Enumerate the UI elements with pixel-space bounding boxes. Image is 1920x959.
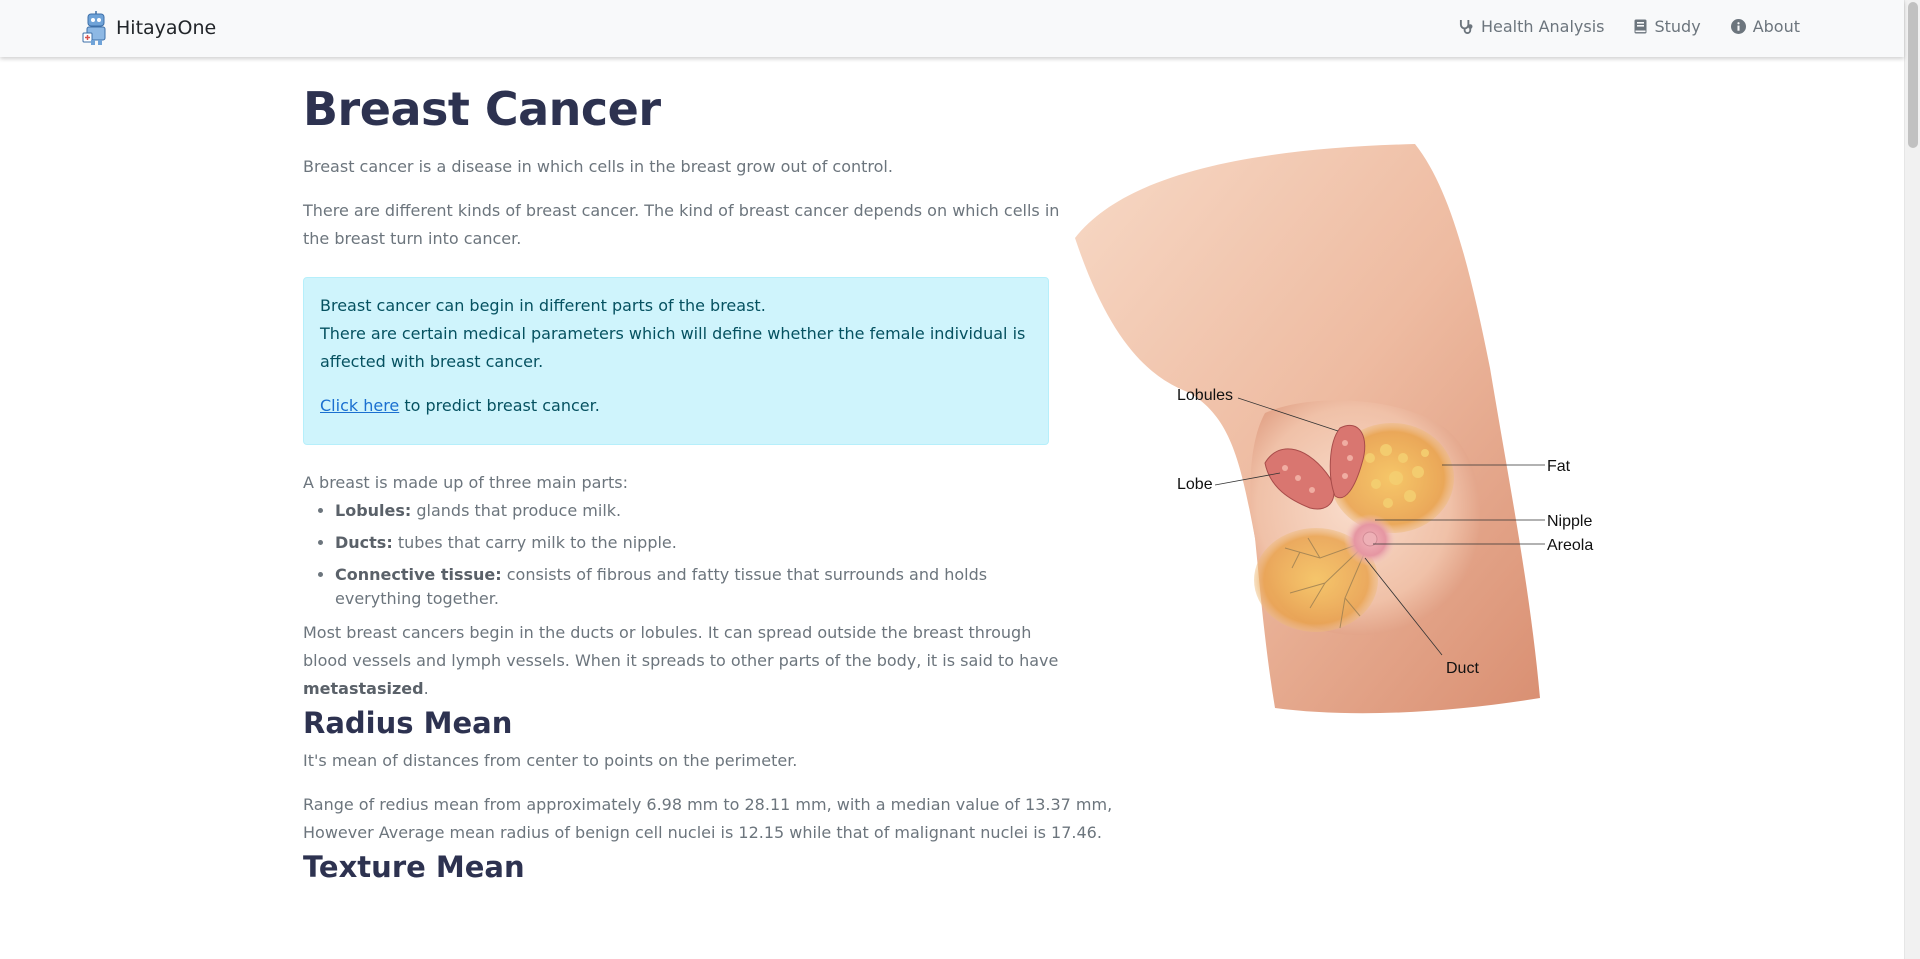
nav-links: Health Analysis Study About: [1459, 17, 1800, 36]
radius-mean-heading: Radius Mean: [303, 706, 513, 740]
radius-mean-range: Range of redius mean from approximately …: [303, 795, 1113, 842]
main-content: Breast Cancer Breast cancer is a disease…: [303, 76, 1115, 887]
list-item: Lobules: glands that produce milk.: [335, 499, 1055, 523]
label-lobules: Lobules: [1177, 387, 1233, 404]
spread-paragraph: Most breast cancers begin in the ducts o…: [303, 619, 1063, 703]
robot-logo-icon: [82, 11, 110, 45]
spread-end: .: [423, 679, 429, 698]
intro-paragraph-1: Breast cancer is a disease in which cell…: [303, 157, 893, 176]
part-term: Ducts:: [335, 533, 393, 552]
part-desc: tubes that carry milk to the nipple.: [392, 533, 677, 552]
predict-link[interactable]: Click here: [320, 396, 399, 415]
parts-intro: A breast is made up of three main parts:: [303, 473, 629, 492]
spread-text: Most breast cancers begin in the ducts o…: [303, 623, 1059, 670]
breast-parts-list: Lobules: glands that produce milk. Ducts…: [303, 499, 1115, 611]
brand-name: HitayaOne: [116, 17, 217, 39]
texture-mean-heading: Texture Mean: [303, 850, 525, 884]
info-circle-icon: [1730, 19, 1746, 34]
alert-line-1: Breast cancer can begin in different par…: [320, 296, 766, 315]
alert-line-2: There are certain medical parameters whi…: [320, 324, 1026, 371]
intro-paragraph-2: There are different kinds of breast canc…: [303, 201, 1060, 248]
top-navbar: HitayaOne Health Analysis Study About: [0, 0, 1904, 57]
label-areola: Areola: [1547, 537, 1593, 554]
label-nipple: Nipple: [1547, 513, 1592, 530]
page-title: Breast Cancer: [303, 82, 661, 136]
list-item: Ducts: tubes that carry milk to the nipp…: [335, 531, 1055, 555]
breast-anatomy-illustration: Lobules Lobe Fat Nipple Areola Duct: [1070, 128, 1610, 718]
page-scrollbar[interactable]: [1904, 0, 1920, 959]
nav-about[interactable]: About: [1730, 17, 1800, 36]
book-icon: [1634, 19, 1647, 34]
spread-bold: metastasized: [303, 679, 424, 698]
stethoscope-icon: [1459, 19, 1474, 34]
nav-study-label: Study: [1654, 17, 1701, 36]
nav-study[interactable]: Study: [1634, 17, 1701, 36]
brand-link[interactable]: HitayaOne: [82, 11, 216, 45]
predict-line: Click here to predict breast cancer.: [320, 392, 1032, 420]
info-alert: Breast cancer can begin in different par…: [303, 277, 1049, 445]
nav-health-analysis[interactable]: Health Analysis: [1459, 17, 1605, 36]
radius-mean-definition: It's mean of distances from center to po…: [303, 751, 798, 770]
nav-health-analysis-label: Health Analysis: [1480, 17, 1605, 36]
label-duct: Duct: [1446, 660, 1479, 677]
list-item: Connective tissue: consists of fibrous a…: [335, 563, 1055, 611]
part-desc: glands that produce milk.: [411, 501, 622, 520]
nav-about-label: About: [1752, 17, 1800, 36]
part-term: Lobules:: [335, 501, 412, 520]
part-term: Connective tissue:: [335, 565, 502, 584]
label-fat: Fat: [1547, 458, 1571, 475]
predict-line-text: to predict breast cancer.: [399, 396, 600, 415]
label-lobe: Lobe: [1177, 476, 1213, 493]
scrollbar-thumb[interactable]: [1908, 2, 1918, 148]
